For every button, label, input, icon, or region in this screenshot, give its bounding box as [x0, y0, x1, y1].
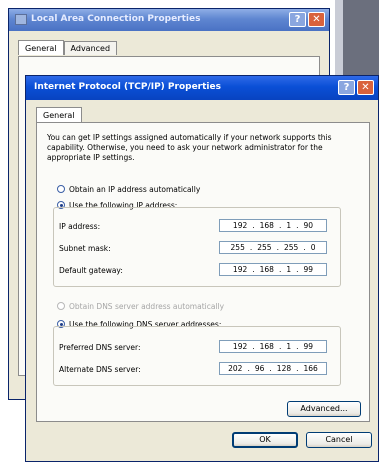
octet: 0 — [310, 243, 316, 252]
tab-advanced[interactable]: Advanced — [63, 41, 118, 55]
octet: 168 — [259, 265, 274, 274]
dns-server-group — [53, 326, 341, 386]
front-help-button[interactable]: ? — [338, 80, 355, 95]
front-window-titlebar[interactable]: Internet Protocol (TCP/IP) Properties ? … — [26, 76, 378, 100]
octet: 128 — [276, 364, 292, 373]
front-tab-strip: General — [36, 107, 82, 123]
radio-button-icon — [57, 185, 65, 193]
radio-label: Obtain DNS server address automatically — [69, 302, 225, 311]
radio-obtain-ip-automatically[interactable]: Obtain an IP address automatically — [57, 185, 200, 194]
tab-general[interactable]: General — [36, 107, 82, 122]
preferred-dns-label: Preferred DNS server: — [59, 343, 141, 352]
radio-obtain-dns-automatically[interactable]: Obtain DNS server address automatically — [57, 302, 224, 311]
octet: 255 — [283, 243, 299, 252]
tab-general[interactable]: General — [18, 40, 64, 55]
default-gateway-field[interactable]: 192. 168. 1. 99 — [219, 263, 327, 276]
octet: 90 — [303, 221, 314, 230]
advanced-button[interactable]: Advanced... — [287, 401, 361, 417]
octet: 192 — [232, 221, 248, 230]
network-connection-icon — [15, 14, 27, 25]
octet: 96 — [254, 364, 265, 373]
octet: 168 — [259, 221, 274, 230]
front-window-title: Internet Protocol (TCP/IP) Properties — [34, 82, 221, 92]
octet: 166 — [303, 364, 318, 373]
tcpip-properties-dialog: Internet Protocol (TCP/IP) Properties ? … — [25, 75, 379, 462]
default-gateway-label: Default gateway: — [59, 266, 123, 275]
octet: 168 — [259, 342, 274, 351]
ok-button[interactable]: OK — [232, 432, 298, 448]
intro-text: You can get IP settings assigned automat… — [47, 133, 332, 162]
subnet-mask-field[interactable]: 255. 255. 255. 0 — [219, 241, 327, 254]
radio-label: Obtain an IP address automatically — [69, 185, 201, 194]
subnet-mask-label: Subnet mask: — [59, 244, 111, 253]
preferred-dns-field[interactable]: 192. 168. 1. 99 — [219, 340, 327, 353]
octet: 99 — [303, 342, 314, 351]
ip-address-label: IP address: — [59, 222, 101, 231]
back-help-button[interactable]: ? — [289, 12, 306, 27]
alternate-dns-label: Alternate DNS server: — [59, 365, 141, 374]
back-close-button[interactable]: ✕ — [308, 12, 325, 27]
back-tab-strip: General Advanced — [18, 40, 118, 56]
octet: 255 — [230, 243, 245, 252]
back-window-title: Local Area Connection Properties — [31, 14, 201, 24]
octet: 192 — [232, 265, 248, 274]
octet: 192 — [232, 342, 248, 351]
alternate-dns-field[interactable]: 202. 96. 128. 166 — [219, 362, 327, 375]
radio-button-disabled-icon — [57, 302, 65, 310]
octet: 255 — [257, 243, 272, 252]
front-close-button[interactable]: ✕ — [357, 80, 374, 95]
ip-address-field[interactable]: 192. 168. 1. 90 — [219, 219, 327, 232]
back-window-titlebar[interactable]: Local Area Connection Properties ? ✕ — [9, 9, 329, 31]
octet: 202 — [228, 364, 243, 373]
general-tab-panel: You can get IP settings assigned automat… — [36, 122, 370, 422]
octet: 99 — [303, 265, 314, 274]
cancel-button[interactable]: Cancel — [306, 432, 372, 448]
